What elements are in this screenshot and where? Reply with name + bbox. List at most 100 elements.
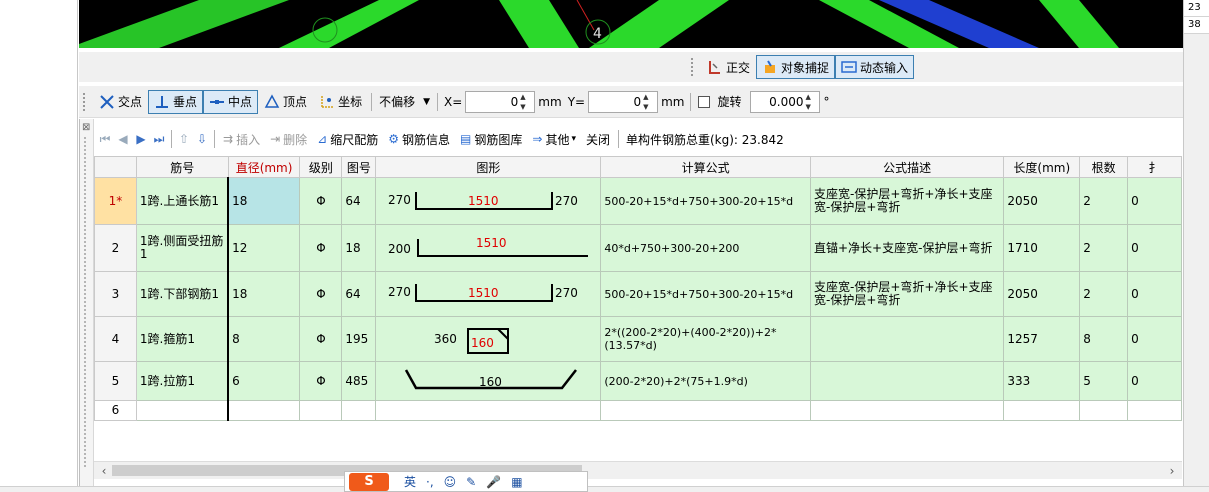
extra-cell[interactable]: 0 bbox=[1127, 316, 1182, 362]
ime-voice-icon[interactable]: 🎤 bbox=[486, 475, 501, 489]
shape-cell[interactable]: 360 160 bbox=[375, 316, 602, 362]
shape-cell[interactable] bbox=[375, 400, 602, 421]
fig-no-cell[interactable]: 485 bbox=[341, 361, 377, 401]
formula-cell[interactable]: 40*d+750+300-20+200 bbox=[600, 224, 811, 272]
dynamic-input-button[interactable]: 动态输入 bbox=[835, 55, 915, 79]
header-bar-no[interactable]: 筋号 bbox=[135, 156, 229, 178]
table-row[interactable]: 2 1跨.侧面受扭筋1 12 Φ 18 200 1510 40*d+750+30… bbox=[94, 224, 1182, 272]
row-number[interactable]: 6 bbox=[94, 400, 137, 421]
ime-handwriting-icon[interactable]: ✎ bbox=[466, 475, 476, 489]
fig-no-cell[interactable] bbox=[341, 400, 377, 421]
diameter-cell[interactable] bbox=[227, 400, 301, 421]
header-shape[interactable]: 图形 bbox=[375, 156, 602, 178]
header-fig-no[interactable]: 图号 bbox=[341, 156, 377, 178]
y-offset-input[interactable]: 0 ▲ ▼ bbox=[588, 90, 659, 113]
other-menu-button[interactable]: ⇒ 其他 ▾ bbox=[527, 128, 581, 150]
ime-language-toggle[interactable]: 英 bbox=[404, 473, 416, 490]
row-number[interactable]: 1* bbox=[94, 177, 137, 225]
bar-name-cell[interactable]: 1跨.箍筋1 bbox=[135, 316, 229, 362]
header-grade[interactable]: 级别 bbox=[299, 156, 343, 178]
formula-cell[interactable]: 500-20+15*d+750+300-20+15*d bbox=[600, 271, 811, 317]
header-formula[interactable]: 计算公式 bbox=[600, 156, 811, 178]
grade-cell[interactable]: Φ bbox=[299, 361, 343, 401]
row-number[interactable]: 2 bbox=[94, 224, 137, 272]
row-number[interactable]: 3 bbox=[94, 271, 137, 317]
bar-name-cell[interactable]: 1跨.侧面受扭筋1 bbox=[135, 224, 229, 272]
extra-cell[interactable]: 0 bbox=[1127, 361, 1182, 401]
table-row[interactable]: 5 1跨.拉筋1 6 Φ 485 160 (200-2*20)+2*(75+1.… bbox=[94, 361, 1182, 401]
table-row[interactable]: 1* 1跨.上通长筋1 18 Φ 64 270 1510 270 500-20+… bbox=[94, 177, 1182, 225]
rotate-input[interactable]: 0.000 ▲ ▼ bbox=[750, 90, 821, 113]
rebar-library-button[interactable]: ▤ 钢筋图库 bbox=[455, 128, 527, 150]
bar-name-cell[interactable]: 1跨.下部钢筋1 bbox=[135, 271, 229, 317]
drawing-canvas[interactable]: 4 bbox=[79, 0, 1183, 48]
rotate-checkbox[interactable] bbox=[698, 95, 711, 108]
ime-toolbar[interactable]: S 英 ·, ☺ ✎ 🎤 ▦ bbox=[344, 471, 588, 492]
formula-desc-cell[interactable]: 支座宽-保护层+弯折+净长+支座宽-保护层+弯折 bbox=[809, 177, 1005, 225]
ime-punctuation-icon[interactable]: ·, bbox=[426, 475, 434, 489]
offset-mode-select[interactable]: 不偏移 ▼ bbox=[375, 91, 434, 113]
rotate-spin-icon[interactable]: ▲ ▼ bbox=[805, 92, 815, 112]
ortho-button[interactable]: 正交 bbox=[701, 55, 756, 79]
grade-cell[interactable]: Φ bbox=[299, 224, 343, 272]
coordinate-button[interactable]: 坐标 bbox=[313, 90, 368, 114]
scroll-right-icon[interactable]: › bbox=[1164, 463, 1180, 479]
formula-cell[interactable] bbox=[600, 400, 811, 421]
close-panel-icon[interactable]: ⊠ bbox=[82, 123, 93, 134]
toolbar-grip-2[interactable] bbox=[83, 92, 87, 111]
bar-name-cell[interactable]: 1跨.拉筋1 bbox=[135, 361, 229, 401]
header-formula-desc[interactable]: 公式描述 bbox=[809, 156, 1005, 178]
shape-cell[interactable]: 270 1510 270 bbox=[375, 177, 602, 225]
y-spin-icon[interactable]: ▲ ▼ bbox=[643, 92, 653, 112]
x-offset-input[interactable]: 0 ▲ ▼ bbox=[465, 90, 536, 113]
object-snap-button[interactable]: 对象捕捉 bbox=[756, 55, 836, 79]
length-cell[interactable]: 2050 bbox=[1003, 177, 1081, 225]
header-length[interactable]: 长度(mm) bbox=[1003, 156, 1081, 178]
close-button[interactable]: 关闭 bbox=[581, 128, 615, 150]
toolbar-grip[interactable] bbox=[691, 58, 695, 76]
header-count[interactable]: 根数 bbox=[1079, 156, 1129, 178]
diameter-cell[interactable]: 6 bbox=[227, 361, 301, 401]
intersection-button[interactable]: 交点 bbox=[93, 90, 148, 114]
extra-cell[interactable]: 0 bbox=[1127, 271, 1182, 317]
shape-cell[interactable]: 160 bbox=[375, 361, 602, 401]
grade-cell[interactable]: Φ bbox=[299, 177, 343, 225]
last-record-icon[interactable]: ⏭ bbox=[150, 132, 168, 147]
extra-cell[interactable]: 0 bbox=[1127, 177, 1182, 225]
midpoint-button[interactable]: 中点 bbox=[203, 89, 259, 114]
length-cell[interactable] bbox=[1003, 400, 1081, 421]
extra-cell[interactable]: 0 bbox=[1127, 224, 1182, 272]
fig-no-cell[interactable]: 195 bbox=[341, 316, 377, 362]
scroll-left-icon[interactable]: ‹ bbox=[96, 463, 112, 479]
panel-grip[interactable] bbox=[84, 137, 88, 467]
length-cell[interactable]: 333 bbox=[1003, 361, 1081, 401]
fig-no-cell[interactable]: 18 bbox=[341, 224, 377, 272]
grade-cell[interactable]: Φ bbox=[299, 316, 343, 362]
table-row[interactable]: 6 bbox=[94, 400, 1182, 421]
count-cell[interactable]: 2 bbox=[1079, 177, 1129, 225]
table-row[interactable]: 4 1跨.箍筋1 8 Φ 195 360 160 2*((200-2*20)+(… bbox=[94, 316, 1182, 362]
perpendicular-button[interactable]: 垂点 bbox=[148, 89, 204, 114]
scale-rebar-button[interactable]: ⊿ 缩尺配筋 bbox=[312, 128, 383, 150]
diameter-cell[interactable]: 12 bbox=[227, 224, 301, 272]
formula-desc-cell[interactable]: 支座宽-保护层+弯折+净长+支座宽-保护层+弯折 bbox=[809, 271, 1005, 317]
ime-toolbox-icon[interactable]: ▦ bbox=[511, 475, 522, 489]
diameter-cell[interactable]: 8 bbox=[227, 316, 301, 362]
fig-no-cell[interactable]: 64 bbox=[341, 177, 377, 225]
rebar-info-button[interactable]: ⚙ 钢筋信息 bbox=[383, 128, 455, 150]
row-number[interactable]: 4 bbox=[94, 316, 137, 362]
formula-desc-cell[interactable]: 直锚+净长+支座宽-保护层+弯折 bbox=[809, 224, 1005, 272]
formula-desc-cell[interactable] bbox=[809, 361, 1005, 401]
count-cell[interactable]: 5 bbox=[1079, 361, 1129, 401]
diameter-cell[interactable]: 18 bbox=[227, 177, 301, 225]
table-row[interactable]: 3 1跨.下部钢筋1 18 Φ 64 270 1510 270 500-20+1… bbox=[94, 271, 1182, 317]
horizontal-scrollbar[interactable]: ‹ › bbox=[94, 461, 1182, 479]
x-spin-icon[interactable]: ▲ ▼ bbox=[520, 92, 530, 112]
ime-logo[interactable]: S bbox=[349, 472, 389, 491]
formula-desc-cell[interactable] bbox=[809, 316, 1005, 362]
formula-cell[interactable]: (200-2*20)+2*(75+1.9*d) bbox=[600, 361, 811, 401]
first-record-icon[interactable]: ⏮ bbox=[96, 132, 114, 147]
shape-cell[interactable]: 270 1510 270 bbox=[375, 271, 602, 317]
insert-button[interactable]: ⇉ 插入 bbox=[218, 128, 265, 150]
formula-cell[interactable]: 500-20+15*d+750+300-20+15*d bbox=[600, 177, 811, 225]
